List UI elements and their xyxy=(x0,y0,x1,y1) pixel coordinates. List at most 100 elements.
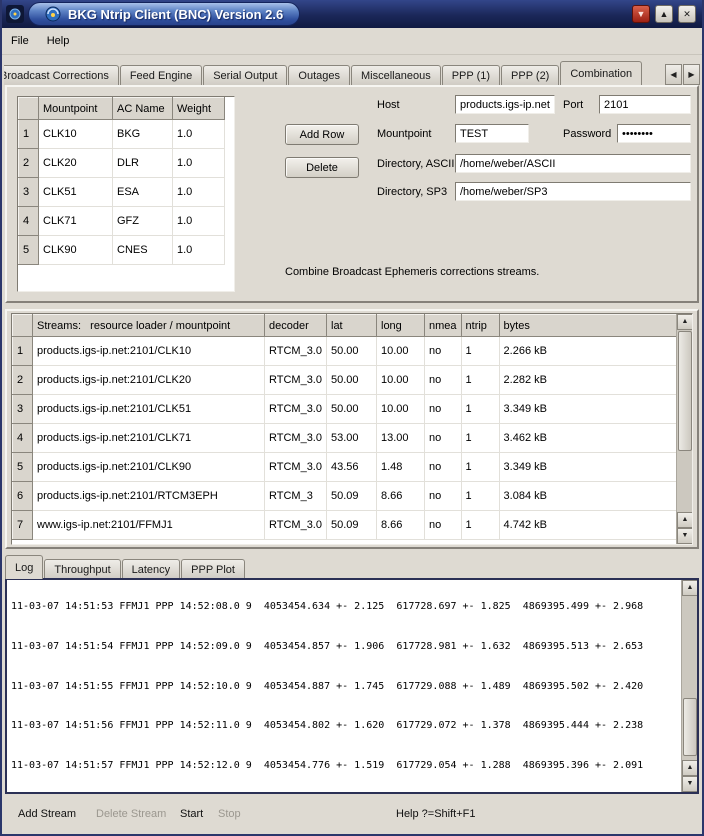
cell-mountpoint[interactable]: products.igs-ip.net:2101/CLK71 xyxy=(33,424,265,453)
add-stream-button[interactable]: Add Stream xyxy=(12,807,82,821)
dir-ascii-field[interactable] xyxy=(455,154,691,173)
scroll-down-button[interactable]: ▼ xyxy=(682,776,698,792)
cell-lat[interactable]: 50.09 xyxy=(327,511,377,540)
cell-long[interactable]: 10.00 xyxy=(377,395,425,424)
cell-ntrip[interactable]: 1 xyxy=(461,511,499,540)
tab-scroll-right-button[interactable]: ▶ xyxy=(683,64,700,85)
titlebar[interactable]: BKG Ntrip Client (BNC) Version 2.6 ▼ ▲ ✕ xyxy=(0,0,704,29)
cell-bytes[interactable]: 3.084 kB xyxy=(499,482,679,511)
tab-feed-engine[interactable]: Feed Engine xyxy=(120,65,202,85)
scroll-up-button-2[interactable]: ▲ xyxy=(677,512,693,528)
cell-long[interactable]: 13.00 xyxy=(377,424,425,453)
cell-weight[interactable]: 1.0 xyxy=(173,149,225,178)
cell-nmea[interactable]: no xyxy=(425,424,462,453)
stop-button[interactable]: Stop xyxy=(212,807,247,821)
cell-ntrip[interactable]: 1 xyxy=(461,482,499,511)
cell-long[interactable]: 1.48 xyxy=(377,453,425,482)
cell-lat[interactable]: 43.56 xyxy=(327,453,377,482)
add-row-button[interactable]: Add Row xyxy=(285,124,359,145)
tab-ppp-2[interactable]: PPP (2) xyxy=(501,65,559,85)
cell-decoder[interactable]: RTCM_3.0 xyxy=(265,337,327,366)
cell-bytes[interactable]: 3.349 kB xyxy=(499,453,679,482)
cell-decoder[interactable]: RTCM_3 xyxy=(265,482,327,511)
cell-nmea[interactable]: no xyxy=(425,366,462,395)
cell-decoder[interactable]: RTCM_3.0 xyxy=(265,424,327,453)
cell-lat[interactable]: 53.00 xyxy=(327,424,377,453)
stream-row[interactable]: 1 products.igs-ip.net:2101/CLK10 RTCM_3.… xyxy=(13,337,680,366)
scroll-down-button[interactable]: ▼ xyxy=(677,528,693,544)
cell-ac-name[interactable]: BKG xyxy=(113,120,173,149)
cell-ac-name[interactable]: CNES xyxy=(113,236,173,265)
tab-combination[interactable]: Combination xyxy=(560,61,642,85)
cell-mountpoint[interactable]: CLK51 xyxy=(39,178,113,207)
tab-serial-output[interactable]: Serial Output xyxy=(203,65,287,85)
menu-help[interactable]: Help xyxy=(38,31,79,51)
cell-lat[interactable]: 50.00 xyxy=(327,337,377,366)
cell-ntrip[interactable]: 1 xyxy=(461,366,499,395)
cell-mountpoint[interactable]: CLK71 xyxy=(39,207,113,236)
tab-latency[interactable]: Latency xyxy=(122,559,181,579)
tab-ppp-plot[interactable]: PPP Plot xyxy=(181,559,245,579)
cell-nmea[interactable]: no xyxy=(425,337,462,366)
cell-mountpoint[interactable]: products.igs-ip.net:2101/CLK20 xyxy=(33,366,265,395)
delete-button[interactable]: Delete xyxy=(285,157,359,178)
cell-long[interactable]: 8.66 xyxy=(377,511,425,540)
scrollbar-thumb[interactable] xyxy=(683,698,697,756)
tab-throughput[interactable]: Throughput xyxy=(44,559,120,579)
mountpoint-field[interactable] xyxy=(455,124,529,143)
cell-long[interactable]: 10.00 xyxy=(377,337,425,366)
cell-weight[interactable]: 1.0 xyxy=(173,120,225,149)
cell-bytes[interactable]: 2.266 kB xyxy=(499,337,679,366)
cell-ntrip[interactable]: 1 xyxy=(461,453,499,482)
stream-row[interactable]: 6 products.igs-ip.net:2101/RTCM3EPH RTCM… xyxy=(13,482,680,511)
cell-ntrip[interactable]: 1 xyxy=(461,424,499,453)
minimize-button[interactable]: ▼ xyxy=(632,5,650,23)
window-menu-button[interactable] xyxy=(6,5,24,23)
cell-ac-name[interactable]: ESA xyxy=(113,178,173,207)
start-button[interactable]: Start xyxy=(174,807,209,821)
cell-mountpoint[interactable]: CLK10 xyxy=(39,120,113,149)
cell-decoder[interactable]: RTCM_3.0 xyxy=(265,453,327,482)
tab-scroll-left-button[interactable]: ◀ xyxy=(665,64,682,85)
cell-lat[interactable]: 50.00 xyxy=(327,395,377,424)
cell-bytes[interactable]: 3.349 kB xyxy=(499,395,679,424)
dir-sp3-field[interactable] xyxy=(455,182,691,201)
cell-decoder[interactable]: RTCM_3.0 xyxy=(265,511,327,540)
cell-mountpoint[interactable]: products.igs-ip.net:2101/RTCM3EPH xyxy=(33,482,265,511)
host-field[interactable] xyxy=(455,95,555,114)
cell-ntrip[interactable]: 1 xyxy=(461,337,499,366)
help-button[interactable]: Help ?=Shift+F1 xyxy=(390,807,482,821)
tab-ppp-1[interactable]: PPP (1) xyxy=(442,65,500,85)
log-scrollbar[interactable]: ▲ ▲ ▼ xyxy=(681,580,697,792)
cell-ac-name[interactable]: DLR xyxy=(113,149,173,178)
scroll-up-button-2[interactable]: ▲ xyxy=(682,760,698,776)
streams-scrollbar[interactable]: ▲ ▲ ▼ xyxy=(676,314,692,544)
scroll-up-button[interactable]: ▲ xyxy=(677,314,693,330)
tab-miscellaneous[interactable]: Miscellaneous xyxy=(351,65,441,85)
stream-row[interactable]: 7 www.igs-ip.net:2101/FFMJ1 RTCM_3.0 50.… xyxy=(13,511,680,540)
cell-decoder[interactable]: RTCM_3.0 xyxy=(265,366,327,395)
stream-row[interactable]: 3 products.igs-ip.net:2101/CLK51 RTCM_3.… xyxy=(13,395,680,424)
password-field[interactable] xyxy=(617,124,691,143)
cell-bytes[interactable]: 3.462 kB xyxy=(499,424,679,453)
menu-file[interactable]: File xyxy=(2,31,38,51)
cell-mountpoint[interactable]: CLK90 xyxy=(39,236,113,265)
cell-ac-name[interactable]: GFZ xyxy=(113,207,173,236)
cell-mountpoint[interactable]: products.igs-ip.net:2101/CLK10 xyxy=(33,337,265,366)
cell-weight[interactable]: 1.0 xyxy=(173,236,225,265)
cell-nmea[interactable]: no xyxy=(425,511,462,540)
cell-ntrip[interactable]: 1 xyxy=(461,395,499,424)
port-field[interactable] xyxy=(599,95,691,114)
cell-long[interactable]: 10.00 xyxy=(377,366,425,395)
cell-bytes[interactable]: 2.282 kB xyxy=(499,366,679,395)
close-button[interactable]: ✕ xyxy=(678,5,696,23)
stream-row[interactable]: 4 products.igs-ip.net:2101/CLK71 RTCM_3.… xyxy=(13,424,680,453)
cell-mountpoint[interactable]: products.igs-ip.net:2101/CLK51 xyxy=(33,395,265,424)
scroll-up-button[interactable]: ▲ xyxy=(682,580,698,596)
tab-broadcast-corrections[interactable]: Broadcast Corrections xyxy=(4,65,119,85)
scrollbar-thumb[interactable] xyxy=(678,331,692,451)
cell-mountpoint[interactable]: www.igs-ip.net:2101/FFMJ1 xyxy=(33,511,265,540)
tab-outages[interactable]: Outages xyxy=(288,65,350,85)
stream-row[interactable]: 5 products.igs-ip.net:2101/CLK90 RTCM_3.… xyxy=(13,453,680,482)
cell-nmea[interactable]: no xyxy=(425,395,462,424)
